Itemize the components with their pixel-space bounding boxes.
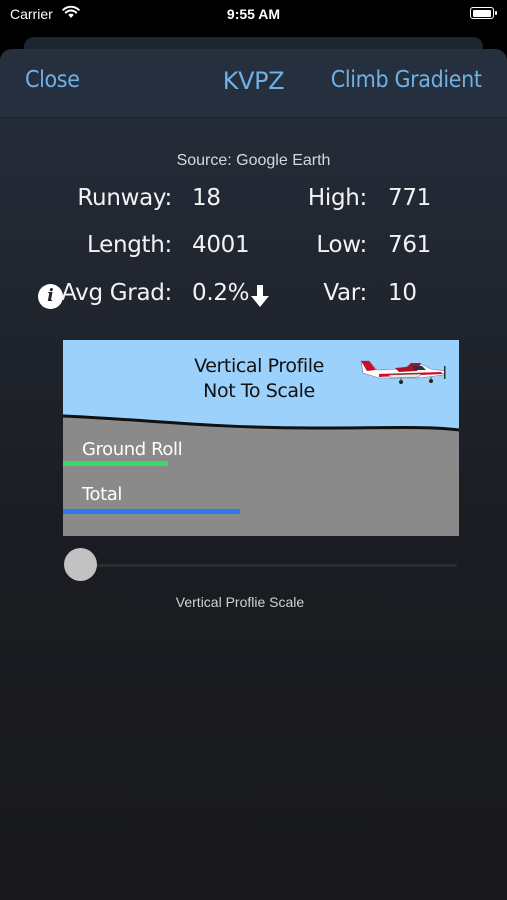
profile-title-line2: Not To Scale (203, 380, 315, 402)
vertical-scale-slider-thumb[interactable] (64, 548, 97, 581)
length-value: 4001 (192, 232, 250, 258)
source-label: Source: Google Earth (176, 152, 331, 169)
runway-label: Runway: (77, 185, 172, 211)
var-label: Var: (323, 280, 367, 306)
total-label: Total (82, 484, 123, 505)
airplane-icon (360, 360, 446, 384)
low-value: 761 (388, 232, 431, 258)
info-icon[interactable]: i (38, 284, 63, 309)
avg-grad-label: Avg Grad: (61, 280, 172, 306)
vertical-profile-diagram: Vertical Profile Not To Scale Ground Rol… (62, 340, 460, 536)
length-label: Length: (87, 232, 172, 258)
clock: 9:55 AM (226, 6, 281, 22)
avg-grad-value: 0.2% (192, 280, 250, 306)
battery-fill (472, 9, 491, 17)
high-value: 771 (388, 185, 431, 211)
vertical-scale-label: Vertical Proflie Scale (175, 594, 305, 610)
nav-bar: Close KVPZ Climb Gradient (0, 49, 507, 118)
profile-title-line1: Vertical Profile (194, 355, 324, 377)
total-distance-bar (63, 509, 241, 514)
climb-gradient-button[interactable]: Climb Gradient (331, 67, 482, 93)
var-value: 10 (388, 280, 417, 306)
runway-value: 18 (192, 185, 221, 211)
arrow-down-icon (251, 285, 269, 307)
modal-sheet: Close KVPZ Climb Gradient Source: Google… (0, 49, 507, 900)
low-label: Low: (316, 232, 367, 258)
status-bar: Carrier 9:55 AM (0, 0, 507, 30)
high-label: High: (307, 185, 367, 211)
battery-icon (470, 7, 497, 19)
ground-roll-label: Ground Roll (82, 439, 183, 460)
vertical-scale-slider-track[interactable] (67, 564, 457, 567)
ground-roll-bar (63, 461, 168, 466)
